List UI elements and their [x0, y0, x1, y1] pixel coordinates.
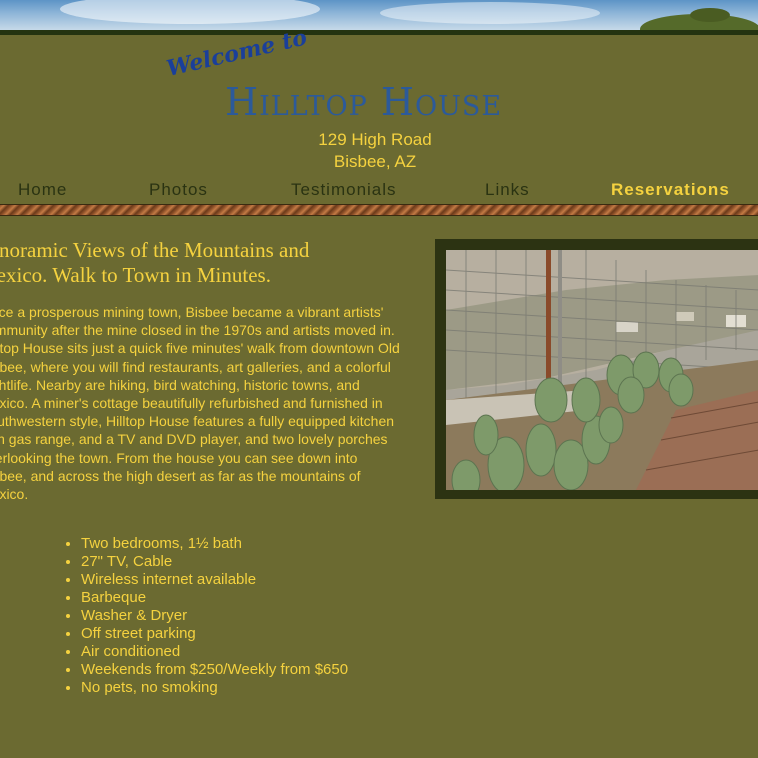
address-street: 129 High Road — [318, 130, 432, 149]
list-item: Air conditioned — [81, 643, 348, 661]
nav-home[interactable]: Home — [18, 180, 67, 200]
main-nav: Home Photos Testimonials Links Reservati… — [0, 180, 758, 202]
list-item: Washer & Dryer — [81, 607, 348, 625]
list-item: 27" TV, Cable — [81, 553, 348, 571]
nav-testimonials[interactable]: Testimonials — [291, 180, 397, 200]
tree-decoration — [690, 8, 730, 22]
list-item: No pets, no smoking — [81, 679, 348, 697]
rope-divider — [0, 204, 758, 216]
header-sky-banner — [0, 0, 758, 30]
photo-frame — [435, 239, 758, 499]
intro-paragraph: Once a prosperous mining town, Bisbee be… — [0, 304, 400, 503]
address-city: Bisbee, AZ — [333, 152, 417, 171]
cactus-garden-image — [446, 250, 758, 490]
nav-photos[interactable]: Photos — [149, 180, 208, 200]
page-headline: Panoramic Views of the Mountains and Mex… — [0, 238, 310, 287]
header-divider — [0, 30, 758, 35]
list-item: Weekends from $250/Weekly from $650 — [81, 661, 348, 679]
list-item: Two bedrooms, 1½ bath — [81, 535, 348, 553]
nav-links[interactable]: Links — [485, 180, 530, 200]
list-item: Off street parking — [81, 625, 348, 643]
cloud-decoration — [380, 2, 600, 24]
list-item: Wireless internet available — [81, 571, 348, 589]
site-logo-title[interactable]: Hilltop House — [225, 80, 502, 124]
list-item: Barbeque — [81, 589, 348, 607]
cloud-decoration — [60, 0, 320, 24]
nav-reservations[interactable]: Reservations — [611, 180, 730, 200]
amenities-list: Two bedrooms, 1½ bath 27" TV, Cable Wire… — [63, 535, 348, 697]
cactus-garden-photo — [446, 250, 758, 490]
